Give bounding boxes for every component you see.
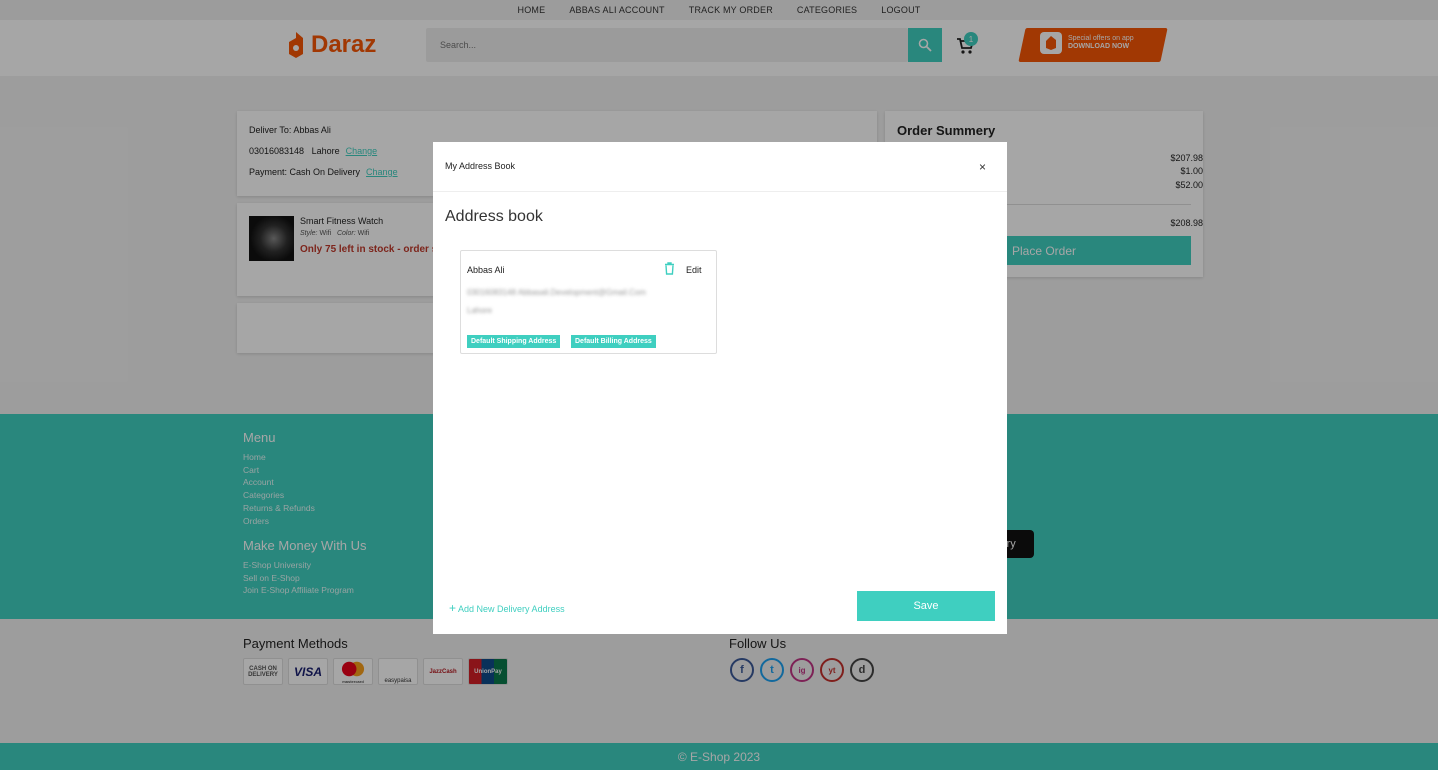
- modal-title: My Address Book: [445, 161, 516, 171]
- address-book-modal: My Address Book × Address book Abbas Ali…: [433, 142, 1007, 634]
- plus-icon: +: [449, 601, 457, 615]
- default-shipping-badge: Default Shipping Address: [467, 335, 561, 348]
- add-new-address-label: Add New Delivery Address: [458, 604, 565, 614]
- address-card[interactable]: Abbas Ali Edit 03016083148 Abbasali.Deve…: [460, 250, 717, 354]
- modal-header: [433, 142, 1007, 192]
- trash-icon[interactable]: [664, 262, 675, 275]
- address-book-heading: Address book: [445, 208, 543, 225]
- close-icon[interactable]: ×: [979, 160, 986, 174]
- save-button[interactable]: Save: [857, 591, 995, 621]
- address-phone-email: 03016083148 Abbasali.Development@Gmail.C…: [467, 288, 646, 297]
- edit-address-button[interactable]: Edit: [686, 265, 702, 275]
- address-name: Abbas Ali: [467, 265, 505, 275]
- add-new-address-link[interactable]: + Add New Delivery Address: [449, 601, 565, 615]
- default-billing-badge: Default Billing Address: [571, 335, 656, 348]
- address-city: Lahore: [467, 306, 492, 315]
